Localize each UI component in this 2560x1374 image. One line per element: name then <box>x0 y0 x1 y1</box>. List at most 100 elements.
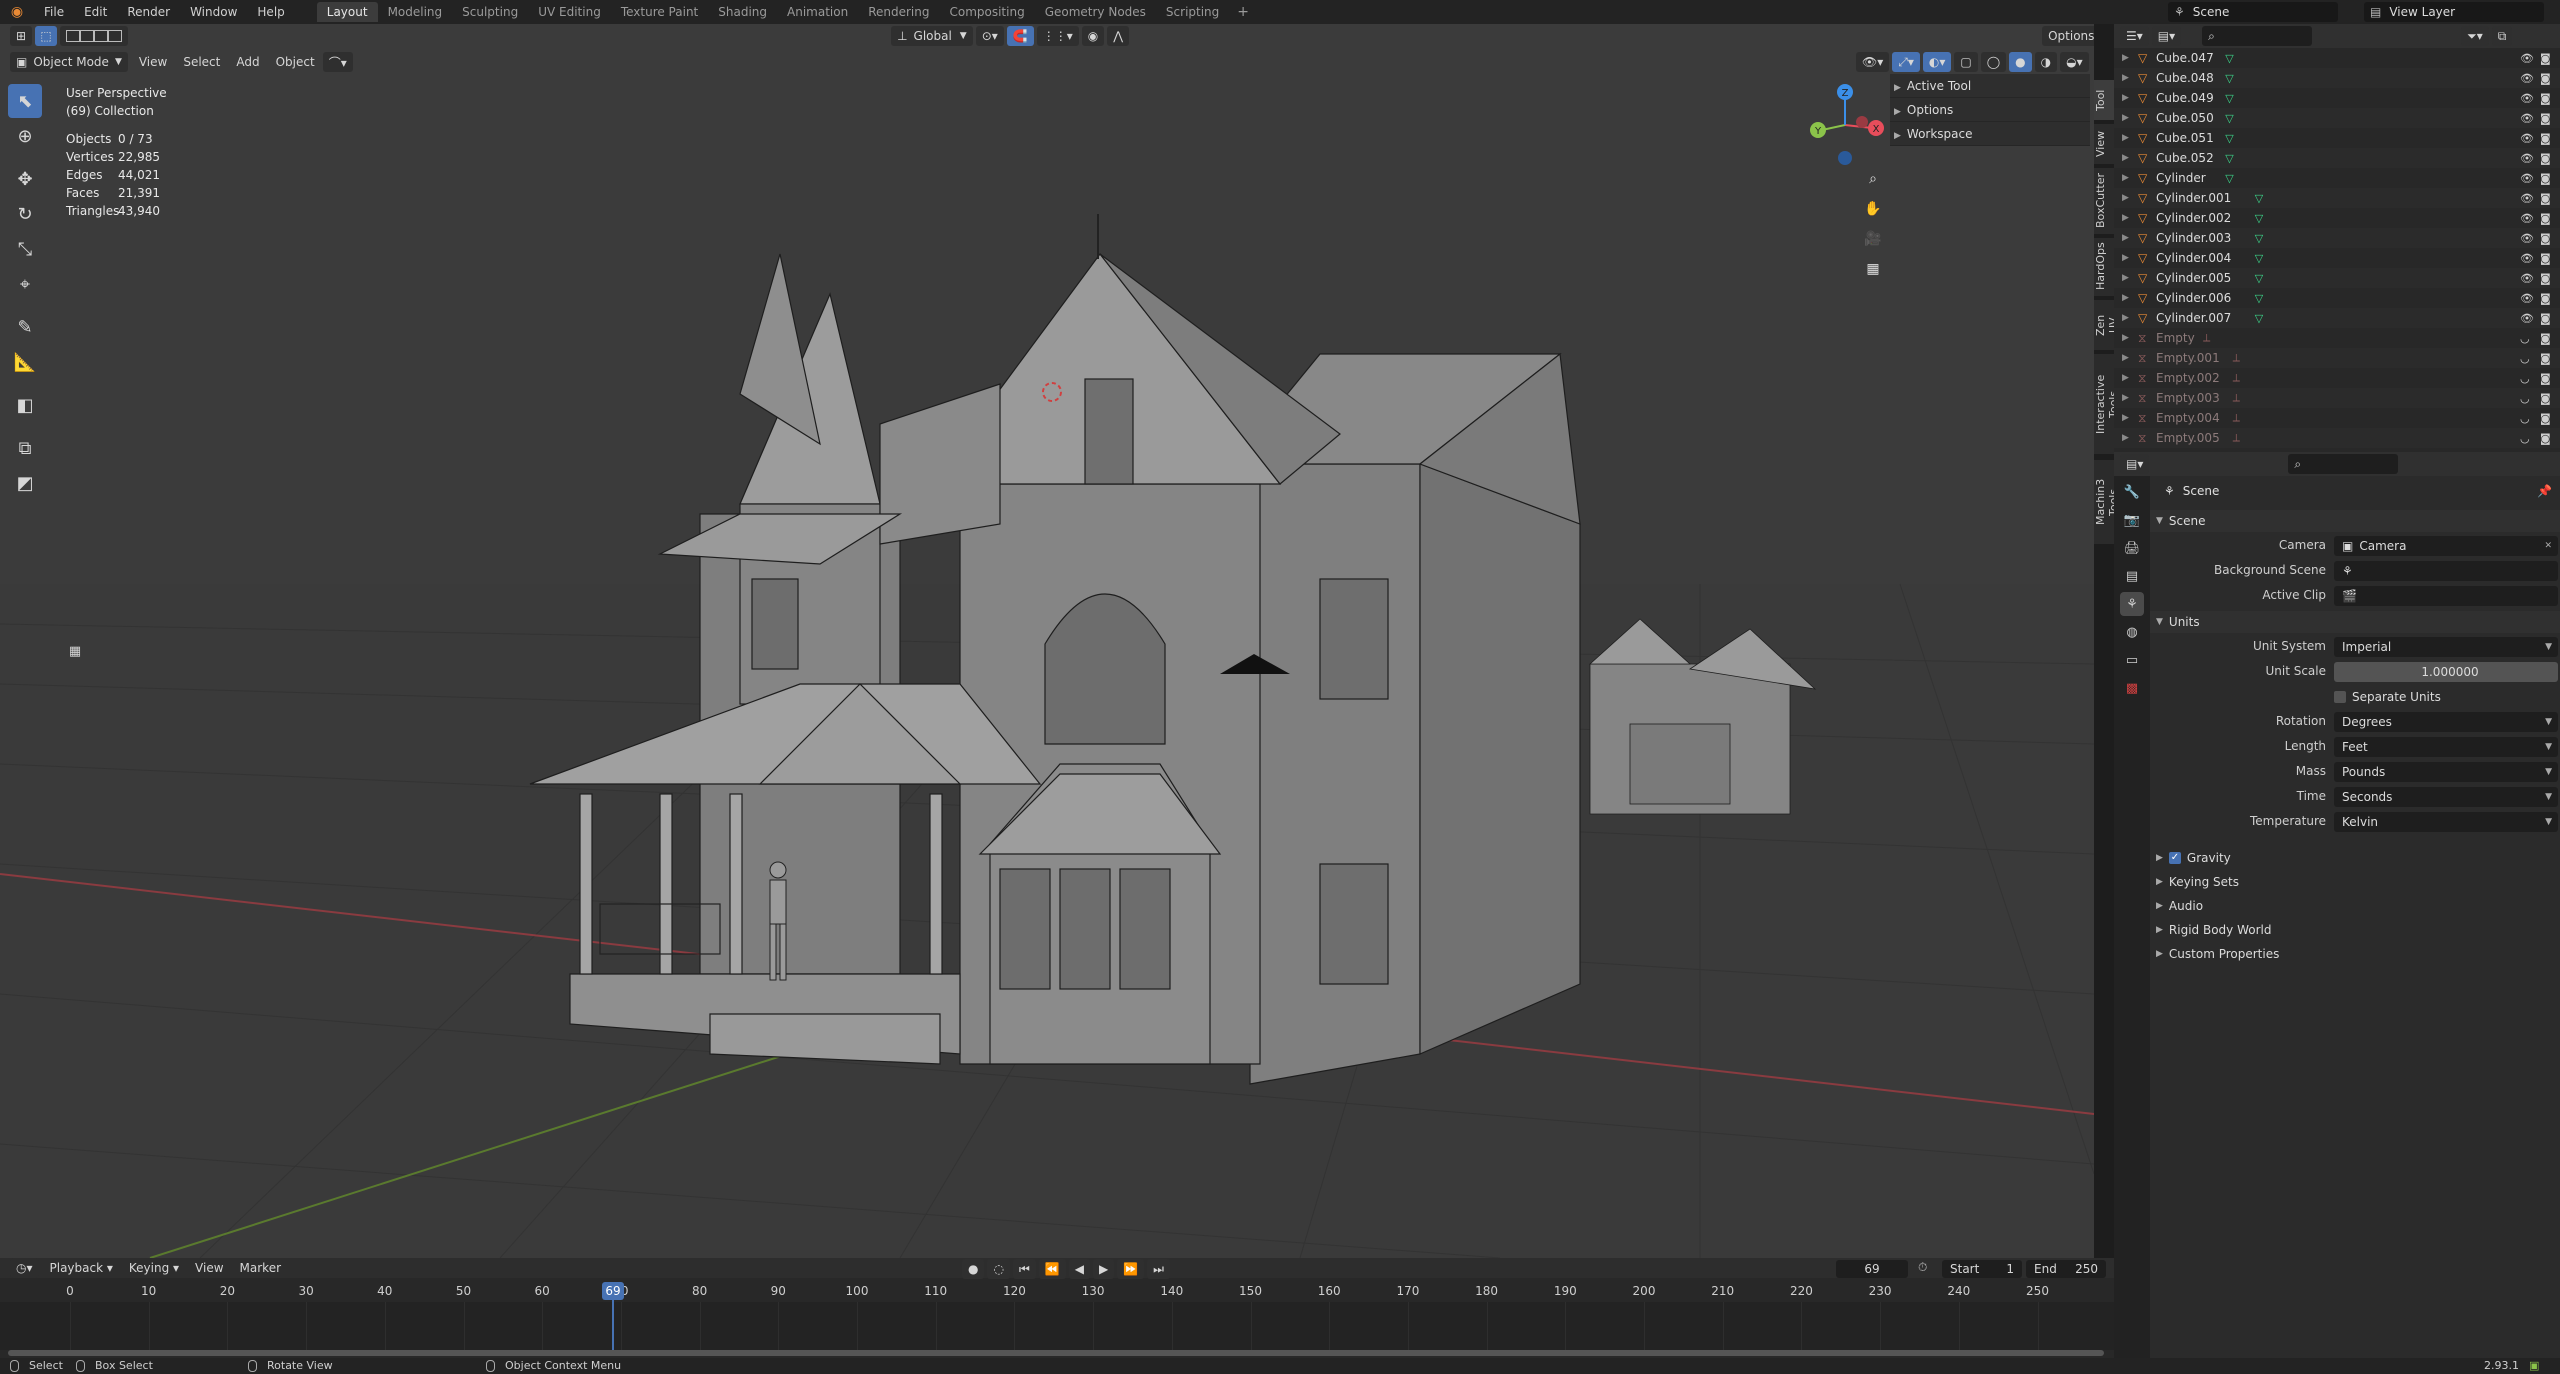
outliner-row-name[interactable]: Cube.051 <box>2156 131 2214 145</box>
empty-data-icon[interactable]: ⟂ <box>2203 331 2210 345</box>
expand-arrow-icon[interactable]: ▶ <box>2122 373 2129 383</box>
tab-machin3-tools[interactable]: Machin3 Tools <box>2094 460 2120 544</box>
checkbox-unchecked-icon[interactable] <box>2334 691 2346 703</box>
overlays-toggle-icon[interactable]: ◐▾ <box>1922 52 1952 72</box>
mesh-data-icon[interactable]: ▽ <box>2255 232 2263 245</box>
mesh-data-icon[interactable]: ▽ <box>2255 272 2263 285</box>
outliner-row[interactable]: ▶ ▽ Cylinder.006 ▽ 👁 ◙ <box>2114 288 2560 308</box>
outliner-row-name[interactable]: Empty.003 <box>2156 391 2220 405</box>
scene-panel-header[interactable]: ▼ Scene <box>2150 510 2560 532</box>
eye-icon[interactable]: 👁 <box>2520 172 2534 185</box>
outliner-row[interactable]: ▶ ▽ Cube.051 ▽ 👁 ◙ <box>2114 128 2560 148</box>
mesh-data-icon[interactable]: ▽ <box>2255 292 2263 305</box>
empty-data-icon[interactable]: ⟂ <box>2233 391 2240 405</box>
tab-shading[interactable]: Shading <box>708 2 777 22</box>
transform-tool-icon[interactable]: ⌖ <box>8 267 42 301</box>
background-scene-select[interactable]: ⚘ <box>2334 561 2558 581</box>
render-camera-icon[interactable]: ◙ <box>2540 212 2551 225</box>
render-camera-icon[interactable]: ◙ <box>2540 72 2551 85</box>
eye-closed-icon[interactable]: ◡ <box>2520 412 2530 425</box>
timeline-scrollbar[interactable] <box>8 1350 2104 1356</box>
outliner-row[interactable]: ▶ ▽ Cube.050 ▽ 👁 ◙ <box>2114 108 2560 128</box>
output-tab-icon[interactable]: 🖨 <box>2120 536 2144 560</box>
outliner-row[interactable]: ▶ ▽ Cube.052 ▽ 👁 ◙ <box>2114 148 2560 168</box>
render-camera-icon[interactable]: ◙ <box>2540 412 2551 425</box>
selection-mode-buttons[interactable] <box>60 26 129 46</box>
unit-system-dropdown[interactable]: Imperial ▼ <box>2334 637 2558 657</box>
scale-tool-icon[interactable]: ⤡ <box>8 232 42 266</box>
render-camera-icon[interactable]: ◙ <box>2540 152 2551 165</box>
menu-select[interactable]: Select <box>175 55 228 69</box>
expand-arrow-icon[interactable]: ▶ <box>2122 393 2129 403</box>
next-keyframe-icon[interactable]: ⏩ <box>1117 1259 1145 1279</box>
menu-marker[interactable]: Marker <box>232 1261 289 1275</box>
timeline-ruler[interactable]: 0102030405060708090100110120130140150160… <box>0 1282 2114 1302</box>
outliner-row-name[interactable]: Empty.002 <box>2156 371 2220 385</box>
outliner-row-name[interactable]: Cylinder.004 <box>2156 251 2231 265</box>
boxcutter-tool-icon[interactable]: ⧉ <box>8 431 42 465</box>
expand-arrow-icon[interactable]: ▶ <box>2122 413 2129 423</box>
view-layer-tab-icon[interactable]: ▤ <box>2120 564 2144 588</box>
empty-data-icon[interactable]: ⟂ <box>2233 431 2240 445</box>
menu-window[interactable]: Window <box>180 0 247 24</box>
outliner-row-name[interactable]: Cylinder.007 <box>2156 311 2231 325</box>
display-mode-icon[interactable]: ▤▾ <box>2151 26 2182 46</box>
select-new-icon[interactable] <box>66 30 81 42</box>
outliner-row[interactable]: ▶ ▽ Cylinder ▽ 👁 ◙ <box>2114 168 2560 188</box>
render-camera-icon[interactable]: ◙ <box>2540 192 2551 205</box>
mesh-data-icon[interactable]: ▽ <box>2225 72 2233 85</box>
jump-start-icon[interactable]: ⏮ <box>1012 1259 1036 1279</box>
outliner-row-name[interactable]: Empty.004 <box>2156 411 2220 425</box>
render-camera-icon[interactable]: ◙ <box>2540 232 2551 245</box>
camera-select[interactable]: ▣ Camera ✕ <box>2334 536 2558 556</box>
menu-edit[interactable]: Edit <box>74 0 117 24</box>
transform-orientation-dropdown[interactable]: ⊥ Global ▼ <box>891 26 973 46</box>
separate-units-checkbox[interactable]: Separate Units <box>2334 687 2558 707</box>
render-camera-icon[interactable]: ◙ <box>2540 432 2551 445</box>
mesh-data-icon[interactable]: ▽ <box>2225 92 2233 105</box>
tab-modeling[interactable]: Modeling <box>378 2 453 22</box>
render-camera-icon[interactable]: ◙ <box>2540 132 2551 145</box>
outliner-row-name[interactable]: Cylinder.003 <box>2156 231 2231 245</box>
tab-scripting[interactable]: Scripting <box>1156 2 1229 22</box>
material-shading-icon[interactable]: ◑ <box>2034 52 2058 72</box>
camera-frame-icon[interactable]: ▦ <box>62 638 88 664</box>
render-camera-icon[interactable]: ◙ <box>2540 312 2551 325</box>
properties-search-input[interactable]: ⌕ <box>2288 454 2399 474</box>
outliner-row[interactable]: ▶ ▽ Cylinder.007 ▽ 👁 ◙ <box>2114 308 2560 328</box>
navigation-gizmo[interactable]: X Y Z <box>1800 80 1890 170</box>
eye-icon[interactable]: 👁 <box>2520 192 2534 205</box>
playhead-line[interactable] <box>612 1300 615 1350</box>
mesh-data-icon[interactable]: ▽ <box>2225 112 2233 125</box>
menu-view[interactable]: View <box>131 55 175 69</box>
zoom-icon[interactable]: ⌕ <box>1860 166 1886 192</box>
mesh-data-icon[interactable]: ▽ <box>2255 212 2263 225</box>
outliner-row[interactable]: ▶ ▽ Cube.049 ▽ 👁 ◙ <box>2114 88 2560 108</box>
add-workspace-icon[interactable]: + <box>1229 4 1257 20</box>
empty-data-icon[interactable]: ⟂ <box>2233 411 2240 425</box>
outliner-row[interactable]: ▶ ▽ Cylinder.002 ▽ 👁 ◙ <box>2114 208 2560 228</box>
expand-arrow-icon[interactable]: ▶ <box>2122 433 2129 443</box>
auto-keying-icon[interactable]: ● <box>962 1259 985 1279</box>
menu-object[interactable]: Object <box>268 55 323 69</box>
keying-set-icon[interactable]: ◌ <box>987 1259 1010 1279</box>
ortho-toggle-icon[interactable]: ▦ <box>1860 256 1886 282</box>
mesh-data-icon[interactable]: ▽ <box>2255 192 2263 205</box>
npanel-active-tool[interactable]: ▶ Active Tool <box>1890 74 2090 98</box>
jump-end-icon[interactable]: ⏭ <box>1147 1259 1170 1279</box>
select-subtract-icon[interactable] <box>94 30 109 42</box>
eye-icon[interactable]: 👁 <box>2520 112 2534 125</box>
expand-arrow-icon[interactable]: ▶ <box>2122 153 2129 163</box>
stopwatch-icon[interactable]: ⏱ <box>1918 1260 1927 1275</box>
view-layer-selector[interactable]: ▤ View Layer <box>2364 2 2544 22</box>
mesh-data-icon[interactable]: ▽ <box>2225 132 2233 145</box>
eye-icon[interactable]: 👁 <box>2520 272 2534 285</box>
render-camera-icon[interactable]: ◙ <box>2540 52 2551 65</box>
prev-keyframe-icon[interactable]: ⏪ <box>1038 1259 1066 1279</box>
current-frame-field[interactable]: 69 <box>1836 1260 1908 1278</box>
expand-arrow-icon[interactable]: ▶ <box>2122 273 2129 283</box>
render-camera-icon[interactable]: ◙ <box>2540 372 2551 385</box>
npanel-options[interactable]: ▶ Options <box>1890 98 2090 122</box>
menu-file[interactable]: File <box>34 0 74 24</box>
render-camera-icon[interactable]: ◙ <box>2540 172 2551 185</box>
